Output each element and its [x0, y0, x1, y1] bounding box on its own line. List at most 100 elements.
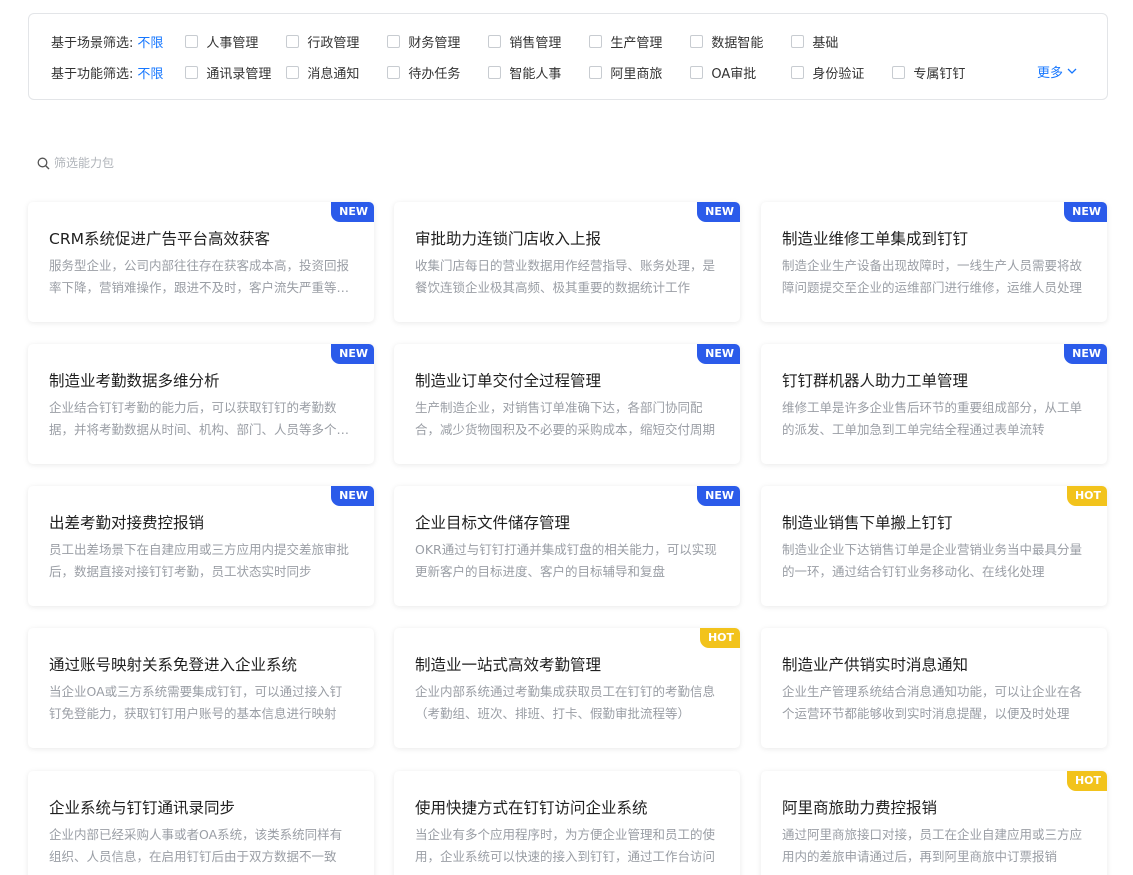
- hot-badge: HOT: [1066, 771, 1107, 791]
- scene-option-basic[interactable]: 基础: [791, 32, 892, 51]
- card-title: 制造业产供销实时消息通知: [782, 656, 969, 674]
- checkbox[interactable]: [690, 65, 704, 79]
- capability-card[interactable]: 企业目标文件储存管理 OKR通过与钉钉打通并集成钉盘的相关能力，可以实现更新客户的…: [394, 486, 740, 606]
- checkbox[interactable]: [589, 34, 603, 48]
- scene-option-finance[interactable]: 财务管理: [387, 32, 488, 51]
- capability-card[interactable]: 使用快捷方式在钉钉访问企业系统 当企业有多个应用程序时，为方便企业管理和员工的使用…: [394, 771, 740, 875]
- card-description: 制造企业生产设备出现故障时，一线生产人员需要将故障问题提交至企业的运维部门进行维…: [782, 258, 1083, 295]
- scene-filter-label: 基于场景筛选:: [51, 35, 134, 51]
- scene-option-sales[interactable]: 销售管理: [488, 32, 589, 51]
- card-description: 企业结合钉钉考勤的能力后，可以获取钉钉的考勤数据，并将考勤数据从时间、机构、部门…: [49, 400, 350, 437]
- function-option-contacts[interactable]: 通讯录管理: [185, 63, 286, 82]
- function-option-exclusive[interactable]: 专属钉钉: [892, 63, 993, 82]
- card-description: 服务型企业，公司内部往往存在获客成本高，投资回报率下降，营销难操作，跟进不及时，…: [49, 258, 350, 295]
- search-box[interactable]: [37, 156, 204, 170]
- checkbox[interactable]: [791, 34, 805, 48]
- hot-badge: HOT: [1066, 486, 1107, 506]
- new-badge: NEW: [331, 486, 374, 506]
- checkbox[interactable]: [387, 34, 401, 48]
- chevron-down-icon: [1067, 68, 1077, 74]
- card-description: 生产制造企业，对销售订单准确下达，各部门协同配合，减少货物囤积及不必要的采购成本…: [415, 400, 716, 437]
- more-button[interactable]: 更多: [1037, 62, 1077, 81]
- card-description: 维修工单是许多企业售后环节的重要组成部分，从工单的派发、工单加急到工单完结全程通…: [782, 400, 1083, 437]
- card-title: 通过账号映射关系免登进入企业系统: [49, 656, 298, 674]
- option-label: 生产管理: [610, 35, 663, 51]
- new-badge: NEW: [1064, 344, 1107, 364]
- scene-option-production[interactable]: 生产管理: [589, 32, 690, 51]
- checkbox[interactable]: [589, 65, 603, 79]
- capability-card[interactable]: 通过账号映射关系免登进入企业系统 当企业OA或三方系统需要集成钉钉，可以通过接入钉…: [28, 628, 374, 748]
- scene-option-admin[interactable]: 行政管理: [286, 32, 387, 51]
- function-option-oa[interactable]: OA审批: [690, 63, 791, 82]
- option-label: 专属钉钉: [913, 66, 966, 82]
- function-filter-row: 基于功能筛选: 不限 通讯录管理 消息通知 待办任务 智能人事 阿里商旅 OA审…: [51, 62, 993, 82]
- checkbox[interactable]: [185, 34, 199, 48]
- capability-card[interactable]: 制造业考勤数据多维分析企业结合钉钉考勤的能力后，可以获取钉钉的考勤数据，并将考勤…: [28, 344, 374, 464]
- filter-panel: 基于场景筛选: 不限 人事管理 行政管理 财务管理 销售管理 生产管理 数据智能…: [28, 13, 1108, 100]
- card-title: 企业系统与钉钉通讯录同步: [49, 799, 236, 817]
- capability-card[interactable]: 钉钉群机器人助力工单管理维修工单是许多企业售后环节的重要组成部分，从工单的派发、…: [761, 344, 1107, 464]
- capability-card[interactable]: 阿里商旅助力费控报销通过阿里商旅接口对接，员工在企业自建应用或三方应用内的差旅申…: [761, 771, 1107, 875]
- function-option-messages[interactable]: 消息通知: [286, 63, 387, 82]
- card-description: 通过阿里商旅接口对接，员工在企业自建应用或三方应用内的差旅申请通过后，再到阿里商…: [782, 827, 1083, 864]
- card-title: 制造业销售下单搬上钉钉: [782, 514, 953, 532]
- checkbox[interactable]: [286, 34, 300, 48]
- option-label: 人事管理: [206, 35, 259, 51]
- capability-card[interactable]: CRM系统促进广告平台高效获客 服务型企业，公司内部往往存在获客成本高，投资回报率…: [28, 202, 374, 322]
- option-label: 数据智能: [711, 35, 764, 51]
- option-label: 消息通知: [307, 66, 360, 82]
- card-description: 收集门店每日的营业数据用作经营指导、账务处理，是餐饮连锁企业极其高频、极其重要的…: [415, 258, 716, 295]
- card-description: 制造业企业下达销售订单是企业营销业务当中最具分量的一环，通过结合钉钉业务移动化、…: [782, 542, 1083, 579]
- card-description: 企业生产管理系统结合消息通知功能，可以让企业在各个运营环节都能够收到实时消息提醒…: [782, 684, 1083, 721]
- function-option-smart-hr[interactable]: 智能人事: [488, 63, 589, 82]
- function-filter-unlimited[interactable]: 不限: [137, 63, 163, 82]
- capability-card[interactable]: 制造业产供销实时消息通知企业生产管理系统结合消息通知功能，可以让企业在各个运营环…: [761, 628, 1107, 748]
- new-badge: NEW: [697, 486, 740, 506]
- card-title: 阿里商旅助力费控报销: [782, 799, 938, 817]
- function-option-todo[interactable]: 待办任务: [387, 63, 488, 82]
- card-title: 制造业考勤数据多维分析: [49, 372, 220, 390]
- capability-card[interactable]: 制造业一站式高效考勤管理企业内部系统通过考勤集成获取员工在钉钉的考勤信息（考勤组…: [394, 628, 740, 748]
- capability-card[interactable]: 出差考勤对接费控报销员工出差场景下在自建应用或三方应用内提交差旅审批后，数据直接…: [28, 486, 374, 606]
- capability-card[interactable]: 审批助力连锁门店收入上报 收集门店每日的营业数据用作经营指导、账务处理，是餐饮连锁…: [394, 202, 740, 322]
- checkbox[interactable]: [185, 65, 199, 79]
- checkbox[interactable]: [488, 34, 502, 48]
- option-label: 通讯录管理: [206, 66, 272, 82]
- checkbox[interactable]: [286, 65, 300, 79]
- card-title: 钉钉群机器人助力工单管理: [782, 372, 969, 390]
- scene-option-data[interactable]: 数据智能: [690, 32, 791, 51]
- card-description: 企业内部系统通过考勤集成获取员工在钉钉的考勤信息（考勤组、班次、排班、打卡、假勤…: [415, 684, 716, 721]
- option-label: 待办任务: [408, 66, 461, 82]
- new-badge: NEW: [331, 202, 374, 222]
- checkbox[interactable]: [791, 65, 805, 79]
- card-description: 员工出差场景下在自建应用或三方应用内提交差旅审批后，数据直接对接钉钉考勤，员工状…: [49, 542, 350, 579]
- card-title: 制造业一站式高效考勤管理: [415, 656, 602, 674]
- capability-card[interactable]: 制造业销售下单搬上钉钉制造业企业下达销售订单是企业营销业务当中最具分量的一环，通…: [761, 486, 1107, 606]
- option-label: 财务管理: [408, 35, 461, 51]
- search-icon: [37, 157, 50, 169]
- checkbox[interactable]: [690, 34, 704, 48]
- option-label: 行政管理: [307, 35, 360, 51]
- checkbox[interactable]: [488, 65, 502, 79]
- option-label: 基础: [812, 35, 839, 51]
- search-input[interactable]: [54, 156, 204, 170]
- scene-filter-row: 基于场景筛选: 不限 人事管理 行政管理 财务管理 销售管理 生产管理 数据智能…: [51, 31, 892, 51]
- new-badge: NEW: [331, 344, 374, 364]
- card-title: 企业目标文件储存管理: [415, 514, 571, 532]
- capability-card[interactable]: 企业系统与钉钉通讯录同步 企业内部已经采购人事或者OA系统，该类系统同样有组织、人…: [28, 771, 374, 875]
- card-title: 制造业维修工单集成到钉钉: [782, 230, 969, 248]
- scene-option-hr[interactable]: 人事管理: [185, 32, 286, 51]
- scene-filter-unlimited[interactable]: 不限: [137, 32, 163, 51]
- function-filter-label: 基于功能筛选:: [51, 66, 134, 82]
- checkbox[interactable]: [387, 65, 401, 79]
- function-option-alitrip[interactable]: 阿里商旅: [589, 63, 690, 82]
- checkbox[interactable]: [892, 65, 906, 79]
- hot-badge: HOT: [699, 628, 740, 648]
- option-label: 销售管理: [509, 35, 562, 51]
- card-description: 当企业有多个应用程序时，为方便企业管理和员工的使用，企业系统可以快速的接入到钉钉…: [415, 827, 716, 864]
- new-badge: NEW: [1064, 202, 1107, 222]
- capability-card[interactable]: 制造业订单交付全过程管理 生产制造企业，对销售订单准确下达，各部门协同配合，减少货…: [394, 344, 740, 464]
- card-title: 出差考勤对接费控报销: [49, 514, 205, 532]
- function-option-identity[interactable]: 身份验证: [791, 63, 892, 82]
- capability-card[interactable]: 制造业维修工单集成到钉钉制造企业生产设备出现故障时，一线生产人员需要将故障问题提…: [761, 202, 1107, 322]
